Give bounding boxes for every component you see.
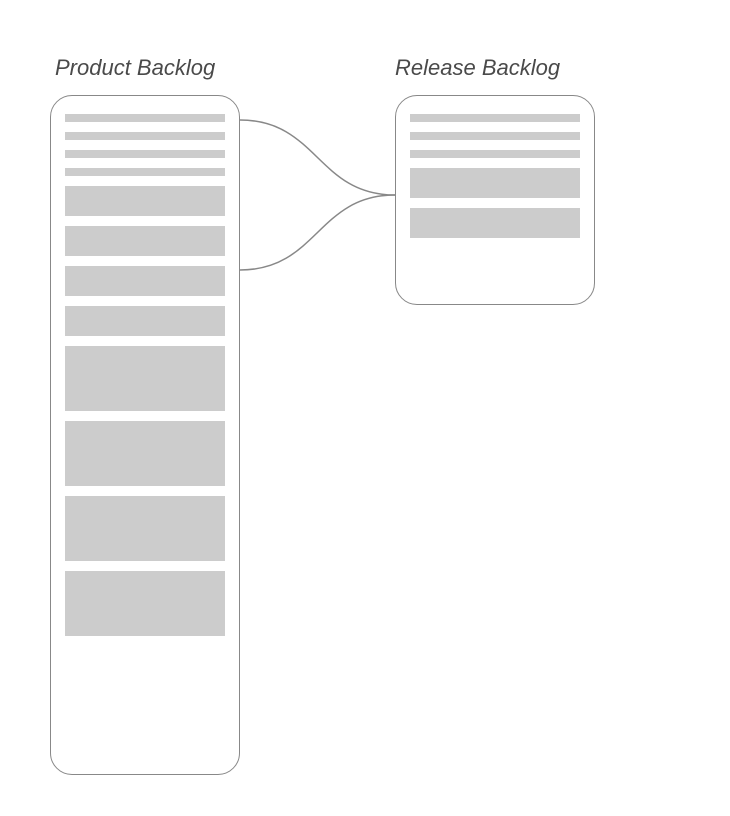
backlog-item xyxy=(65,346,225,411)
backlog-item xyxy=(410,114,580,122)
backlog-item xyxy=(65,168,225,176)
backlog-item xyxy=(65,114,225,122)
product-backlog-title: Product Backlog xyxy=(55,55,215,81)
backlog-item xyxy=(410,132,580,140)
backlog-item xyxy=(65,132,225,140)
backlog-item xyxy=(65,226,225,256)
backlog-item xyxy=(65,421,225,486)
backlog-item xyxy=(410,208,580,238)
backlog-item xyxy=(65,266,225,296)
release-backlog-panel xyxy=(395,95,595,305)
backlog-item xyxy=(65,306,225,336)
backlog-item xyxy=(65,150,225,158)
backlog-item xyxy=(65,571,225,636)
backlog-item xyxy=(65,186,225,216)
backlog-item xyxy=(65,496,225,561)
backlog-item xyxy=(410,168,580,198)
release-backlog-title: Release Backlog xyxy=(395,55,560,81)
product-backlog-panel xyxy=(50,95,240,775)
backlog-item xyxy=(410,150,580,158)
